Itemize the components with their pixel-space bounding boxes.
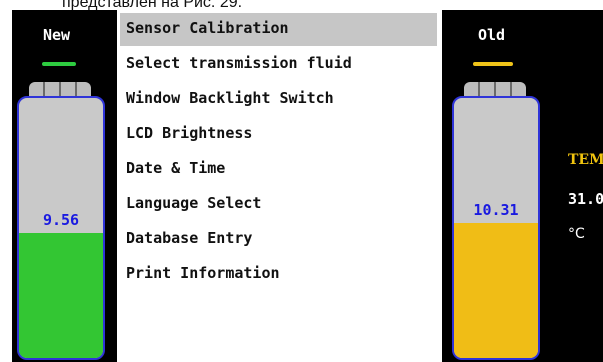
device-screen: New 9.56 Sensor Calibration Select trans… [12, 10, 603, 362]
old-fluid-label: Old [478, 26, 506, 44]
menu-item-select-transmission-fluid[interactable]: Select transmission fluid [120, 48, 437, 81]
new-fluid-tank: 9.56 [17, 96, 105, 360]
menu-item-print-information[interactable]: Print Information [120, 258, 437, 291]
settings-menu: Sensor Calibration Select transmission f… [117, 10, 442, 362]
new-fluid-label: New [43, 26, 71, 44]
menu-item-sensor-calibration[interactable]: Sensor Calibration [120, 13, 437, 46]
temperature-value: 31.0 [568, 190, 603, 208]
temperature-unit: °C [568, 226, 585, 242]
menu-item-database-entry[interactable]: Database Entry [120, 223, 437, 256]
old-fluid-level-fill [454, 223, 538, 358]
old-fluid-value: 10.31 [473, 201, 519, 219]
menu-item-language-select[interactable]: Language Select [120, 188, 437, 221]
old-fluid-tank: 10.31 [452, 96, 540, 360]
new-fluid-level-fill [19, 233, 103, 358]
new-fluid-value: 9.56 [42, 211, 80, 229]
new-fluid-indicator [42, 62, 76, 66]
old-fluid-indicator [473, 62, 513, 66]
menu-item-date-time[interactable]: Date & Time [120, 153, 437, 186]
menu-item-window-backlight-switch[interactable]: Window Backlight Switch [120, 83, 437, 116]
temperature-label: TEMP [568, 152, 603, 168]
old-tank-cap [464, 82, 526, 96]
menu-item-lcd-brightness[interactable]: LCD Brightness [120, 118, 437, 151]
new-tank-cap [29, 82, 91, 96]
